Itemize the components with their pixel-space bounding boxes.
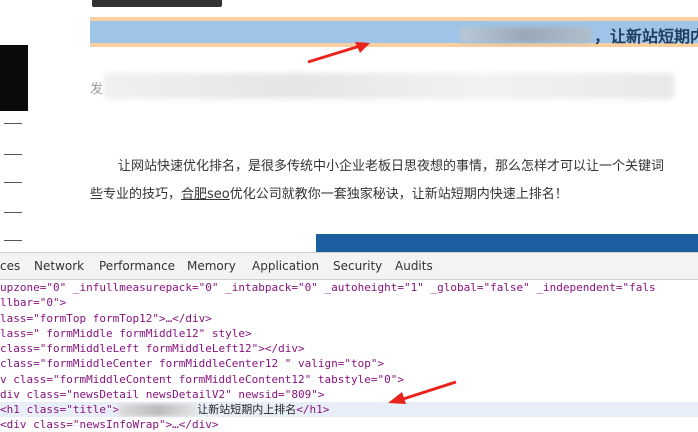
h1-open-tag: <h1 class="title"> [0,403,120,416]
dark-banner [0,45,28,111]
tab-memory[interactable]: Memory [187,259,236,273]
tab-security[interactable]: Security [333,259,382,273]
dom-node[interactable]: upzone="0" _infullmeasurepack="0" _intab… [0,280,656,295]
article-paragraph-1: 让网站快速优化排名，是很多传统中小企业老板日思夜想的事情，那么怎样才可以让一个关… [118,159,665,174]
article-paragraph-2: 些专业的技巧，合肥seo优化公司就教你一套独家秘诀，让新站短期内快速上排名！ [90,183,568,202]
dom-node[interactable]: div class="newsDetail newsDetailV2" news… [0,387,325,402]
paragraph-text: 些专业的技巧， [90,187,182,202]
inspect-tooltip [92,0,222,7]
tab-network[interactable]: Network [34,259,84,273]
blurred-meta [104,73,674,99]
tab-sources[interactable]: ces [0,259,20,273]
title-highlight: ，让新站短期内上排名 [90,21,698,46]
dom-node[interactable]: lass=" formMiddle formMiddle12" style> [0,326,252,341]
devtools-tabbar: ces Network Performance Memory Applicati… [0,253,698,280]
divider [4,123,22,124]
tab-application[interactable]: Application [252,259,319,273]
article-image [316,234,698,252]
article-meta-prefix: 发 [90,82,104,97]
dom-node[interactable]: class="formMiddleLeft formMiddleLeft12">… [0,341,305,356]
blurred-title-text [460,27,592,43]
divider [4,212,22,213]
annotation-arrow-icon [307,42,370,64]
tab-performance[interactable]: Performance [99,259,175,273]
divider [4,182,22,183]
page-title: ，让新站短期内上排名 [594,27,698,46]
tab-audits[interactable]: Audits [395,259,433,273]
dom-node[interactable]: v class="formMiddleContent formMiddleCon… [0,372,404,387]
dom-node-selected-h1[interactable]: <h1 class="title"> 让新站短期内上排名</h1> [0,402,698,417]
dom-node[interactable]: lass="formTop formTop12">…</div> [0,311,212,326]
h1-text: 让新站短期内上排名 [197,403,297,416]
left-sidebar [0,0,28,252]
annotation-arrow-icon [388,380,457,404]
title-highlight-padding: ，让新站短期内上排名 [90,17,698,47]
paragraph-text: 优化公司就教你一套独家秘诀，让新站短期内快速上排名！ [229,187,568,202]
seo-link[interactable]: 合肥seo [181,187,230,202]
dom-node[interactable]: llbar="0"> [0,295,66,310]
dom-node[interactable]: class="formMiddleCenter formMiddleCenter… [0,356,384,371]
h1-close-tag: </h1> [296,403,330,416]
blurred-code [119,404,198,416]
webpage-area: ，让新站短期内上排名 发 让网站快速优化排名，是很多传统中小企业老板日思夜想的事… [0,0,698,252]
devtools-panel: ces Network Performance Memory Applicati… [0,252,698,431]
divider [4,154,22,155]
divider [4,240,22,241]
